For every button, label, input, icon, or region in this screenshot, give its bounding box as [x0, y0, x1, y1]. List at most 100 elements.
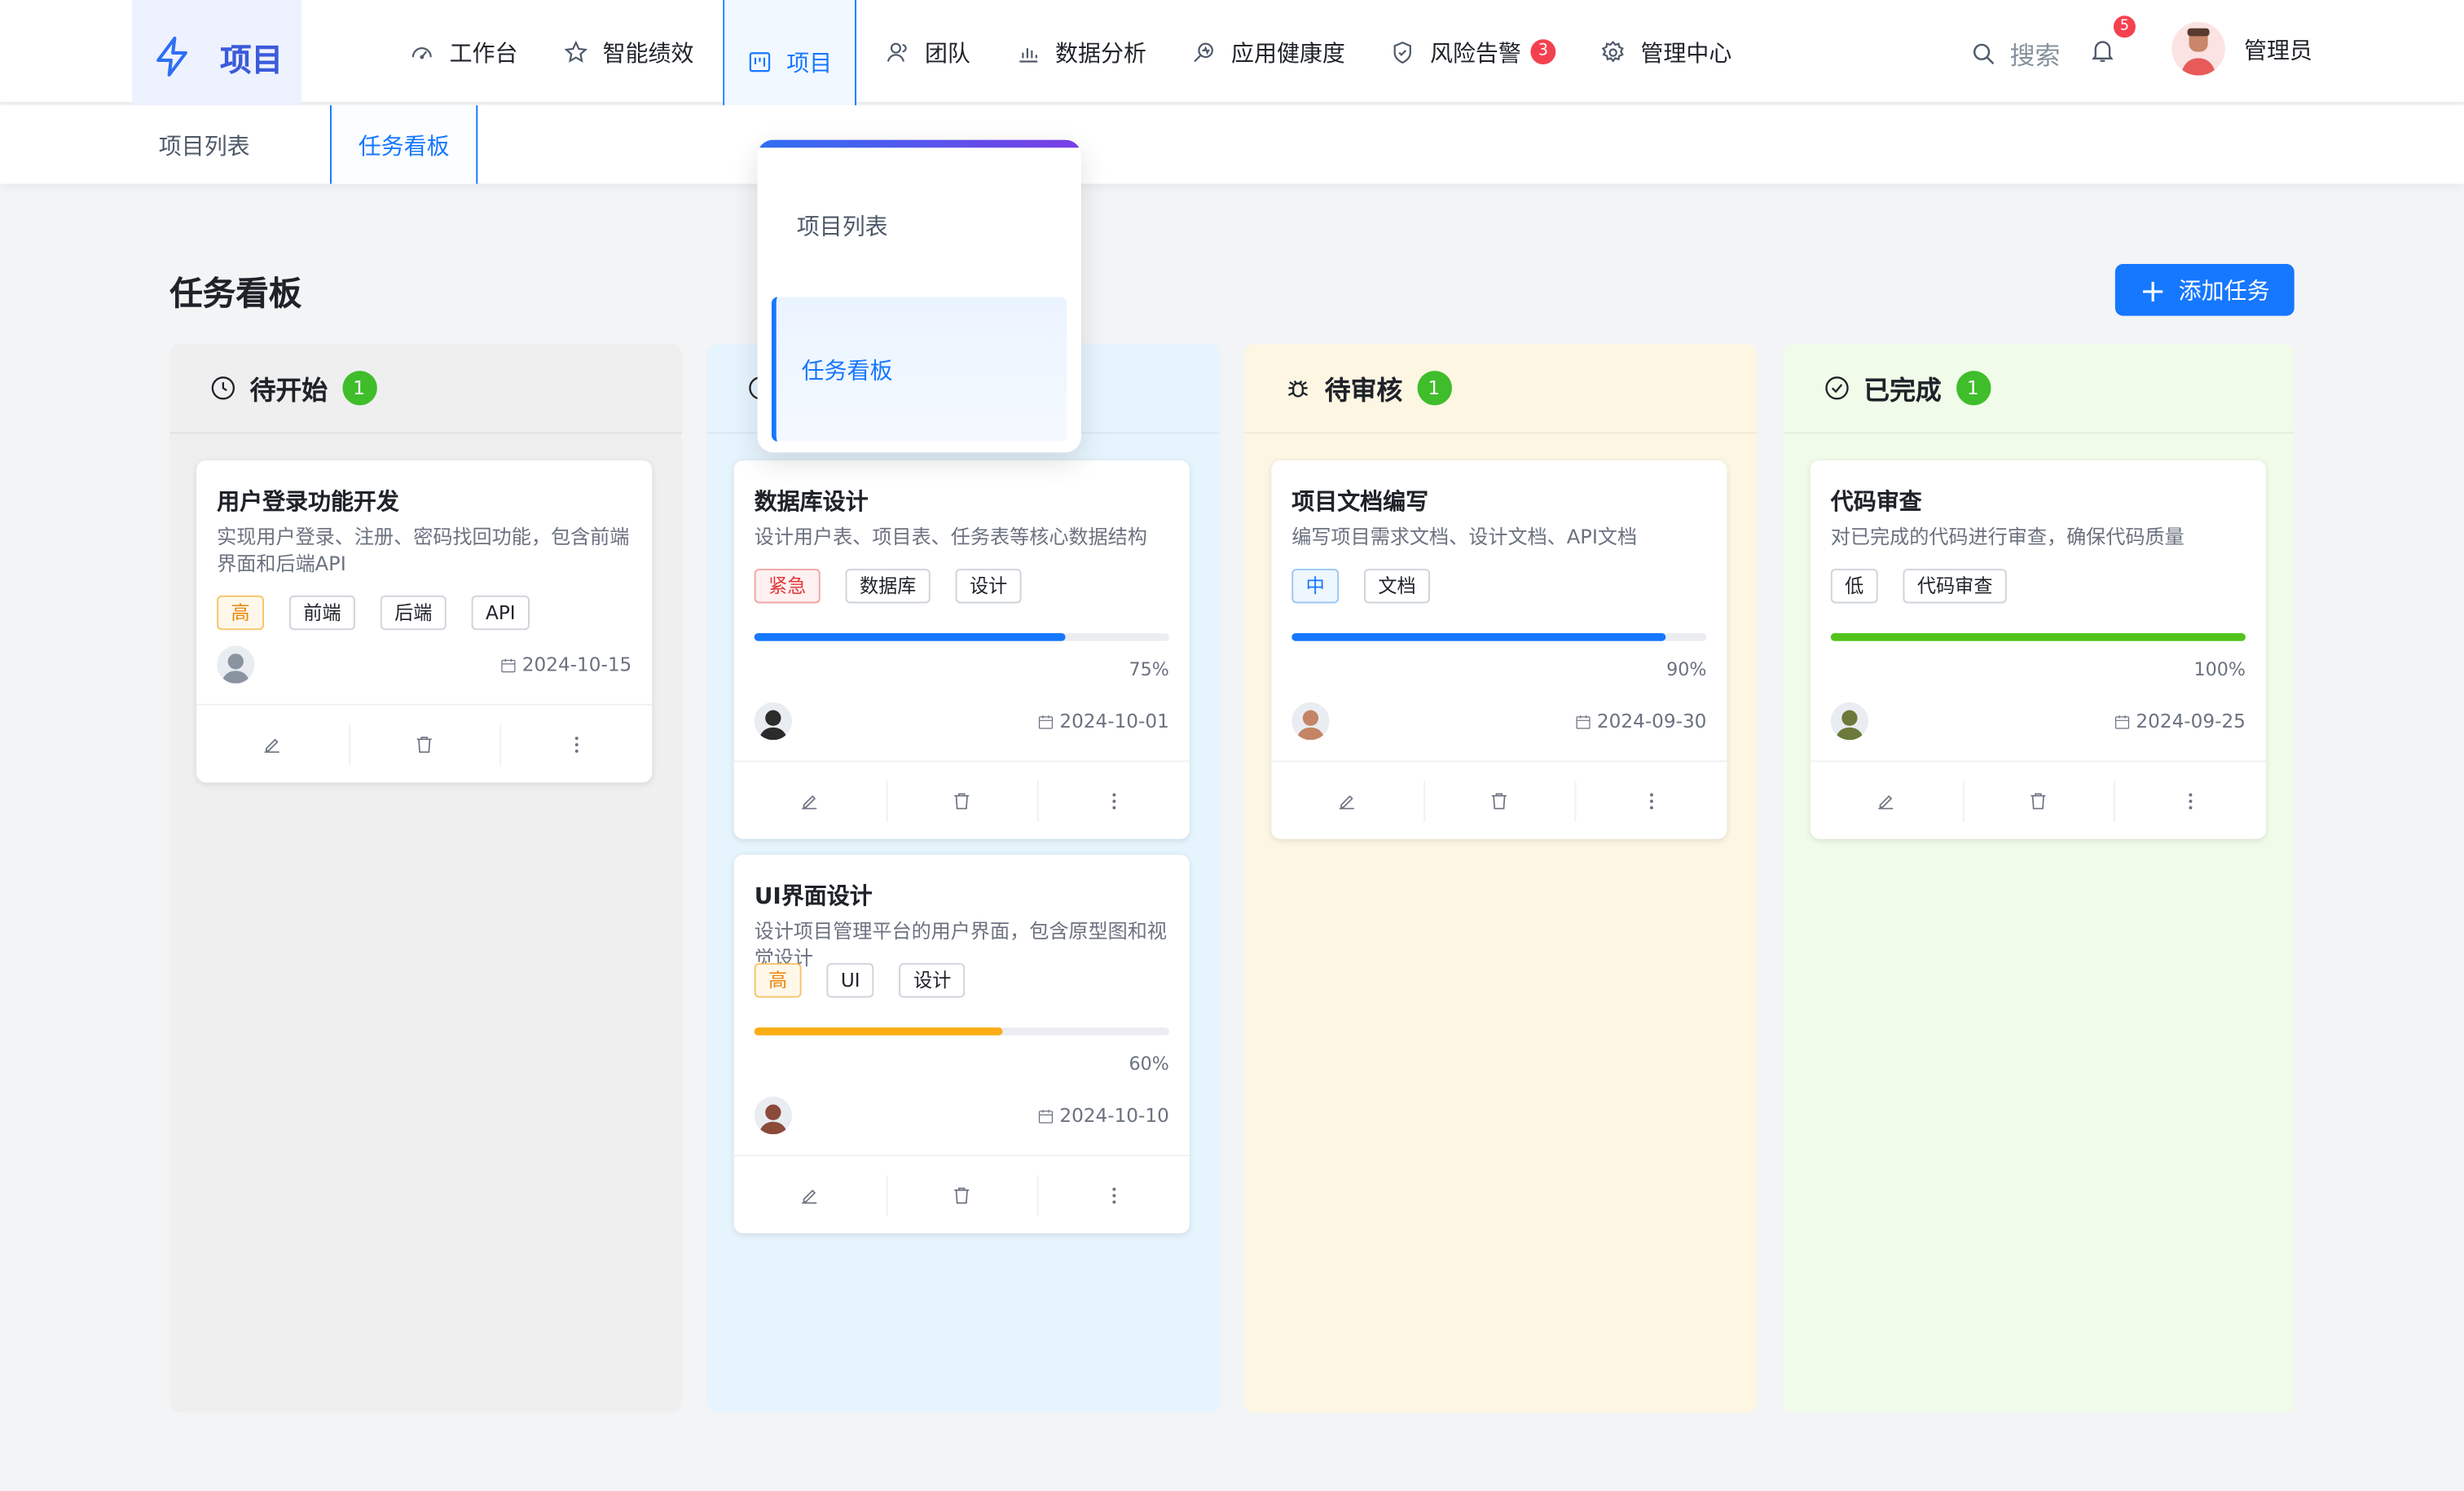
task-card[interactable]: 数据库设计 设计用户表、项目表、任务表等核心数据结构 紧急 数据库 设计 75% 2024-…: [733, 460, 1190, 839]
subnav-project-list[interactable]: 项目列表: [132, 105, 276, 183]
board-icon: [748, 52, 770, 73]
task-tags: 高 UI 设计: [754, 963, 991, 998]
delete-button[interactable]: [886, 762, 1037, 838]
edit-button[interactable]: [734, 762, 886, 838]
kanban-column: 已完成 1 代码审查 对已完成的代码进行审查，确保代码质量低代码审查 100% 2024-…: [1783, 344, 2295, 1413]
task-card[interactable]: 代码审查 对已完成的代码进行审查，确保代码质量低代码审查 100% 2024-09-2…: [1810, 460, 2266, 839]
notification-button[interactable]: 5: [2088, 15, 2136, 70]
task-due-date-text: 2024-09-30: [1596, 710, 1707, 732]
task-tag[interactable]: 高: [754, 963, 802, 998]
assignee-avatar[interactable]: [217, 645, 255, 684]
trash-icon: [954, 792, 970, 809]
task-tag[interactable]: 代码审查: [1903, 569, 2007, 604]
task-due-date: 2024-10-15: [500, 653, 631, 675]
task-due-date-text: 2024-09-25: [2136, 710, 2246, 732]
more-button[interactable]: [2114, 762, 2266, 838]
assignee-avatar[interactable]: [1291, 702, 1330, 741]
edit-button[interactable]: [734, 1156, 886, 1233]
app-logo[interactable]: 项目: [131, 0, 302, 113]
nav-item-7[interactable]: 管理中心: [1577, 0, 1753, 103]
task-tag[interactable]: 设计: [899, 963, 966, 998]
notification-badge: 5: [2113, 15, 2136, 38]
dropdown-item-project-list[interactable]: 项目列表: [772, 191, 1067, 257]
task-tag[interactable]: 中: [1291, 569, 1340, 604]
more-icon: [574, 736, 579, 752]
task-description: 实现用户登录、注册、密码找回功能，包含前端界面和后端API: [217, 525, 630, 575]
task-tags: 中文档: [1291, 569, 1455, 604]
task-card[interactable]: 用户登录功能开发 实现用户登录、注册、密码找回功能，包含前端界面和后端API 高前端…: [196, 460, 653, 783]
search-button[interactable]: 搜索: [1970, 34, 2060, 72]
task-card[interactable]: 项目文档编写 编写项目需求文档、设计文档、API文档中文档 90% 2024-09-3…: [1271, 460, 1727, 839]
task-tag[interactable]: 后端: [380, 595, 447, 631]
search-icon: [1973, 42, 1995, 64]
nav-item-4[interactable]: 数据分析: [992, 0, 1168, 103]
progress-fill: [754, 1027, 1004, 1036]
kanban-column: 待审核 1 项目文档编写 编写项目需求文档、设计文档、API文档中文档 90% 2024-…: [1244, 344, 1758, 1413]
app-name: 项目: [219, 40, 284, 78]
column-header: 待审核 1: [1244, 344, 1758, 434]
more-button[interactable]: [1037, 762, 1190, 838]
edit-icon: [802, 794, 817, 809]
delete-button[interactable]: [1962, 762, 2114, 838]
task-due-date: 2024-10-10: [1037, 1105, 1169, 1127]
delete-button[interactable]: [886, 1156, 1037, 1233]
task-tag[interactable]: 设计: [955, 569, 1022, 604]
task-description: 编写项目需求文档、设计文档、API文档: [1291, 525, 1638, 548]
task-tag[interactable]: API: [471, 595, 530, 631]
health-icon: [1193, 42, 1212, 62]
assignee-avatar[interactable]: [754, 702, 792, 741]
user-menu[interactable]: 管理员: [2171, 21, 2312, 76]
app-root: 项目 工作台 智能绩效 项目 团队 数据分析 应用健康度 风险告警 3 管理中心 搜索 5 管理…: [0, 0, 2464, 1491]
dropdown-item-label: 任务看板: [801, 358, 893, 385]
task-actions: [1271, 760, 1727, 838]
task-tag[interactable]: 数据库: [845, 569, 931, 604]
task-progress-label: 90%: [1666, 658, 1707, 680]
task-tag[interactable]: 文档: [1364, 569, 1431, 604]
more-button[interactable]: [1037, 1156, 1190, 1233]
more-button[interactable]: [499, 706, 652, 782]
task-due-date-text: 2024-10-01: [1059, 710, 1169, 732]
sub-nav: 项目列表 任务看板: [0, 105, 2464, 184]
assignee-avatar[interactable]: [754, 1096, 792, 1135]
delete-button[interactable]: [1423, 762, 1575, 838]
delete-button[interactable]: [348, 706, 500, 782]
task-due-date: 2024-10-01: [1037, 710, 1169, 732]
task-tag[interactable]: 高: [217, 595, 265, 631]
nav-item-0[interactable]: 工作台: [386, 0, 539, 103]
add-task-button[interactable]: + 添加任务: [2114, 263, 2295, 316]
nav-item-6[interactable]: 风险告警 3: [1367, 0, 1577, 103]
task-actions: [196, 703, 653, 782]
task-card[interactable]: UI界面设计 设计项目管理平台的用户界面，包含原型图和视觉设计高 UI 设计 60% 20…: [733, 855, 1190, 1234]
subnav-task-board[interactable]: 任务看板: [329, 105, 478, 184]
edit-button[interactable]: [196, 706, 348, 782]
nav-item-label: 应用健康度: [1231, 42, 1345, 67]
nav-item-1[interactable]: 智能绩效: [539, 0, 715, 103]
assignee-avatar[interactable]: [1830, 702, 1869, 741]
subnav-label: 项目列表: [158, 134, 250, 160]
task-tags: 高前端 后端 API: [217, 595, 555, 631]
edit-button[interactable]: [1811, 762, 1962, 838]
task-description: 对已完成的代码进行审查，确保代码质量: [1830, 525, 2185, 548]
task-tag[interactable]: 前端: [288, 595, 355, 631]
subnav-label: 任务看板: [358, 134, 450, 160]
nav-item-5[interactable]: 应用健康度: [1168, 0, 1367, 103]
task-tag[interactable]: 低: [1830, 569, 1878, 604]
nav-item-label: 数据分析: [1055, 42, 1146, 67]
star-icon: [563, 39, 587, 62]
task-due-date: 2024-09-30: [1575, 710, 1707, 732]
nav-item-3[interactable]: 团队: [862, 0, 992, 103]
nav-item-label: 风险告警: [1429, 42, 1521, 67]
task-tags: 紧急 数据库 设计: [754, 569, 1047, 604]
dropdown-item-task-board[interactable]: 任务看板: [771, 297, 1067, 442]
task-tag[interactable]: 紧急: [754, 569, 821, 604]
more-button[interactable]: [1575, 762, 1727, 838]
edit-icon: [1340, 794, 1355, 809]
edit-button[interactable]: [1271, 762, 1423, 838]
nav-item-label: 管理中心: [1640, 42, 1732, 67]
dropdown-item-label: 项目列表: [796, 214, 888, 240]
calendar-icon: [1576, 715, 1591, 728]
add-task-label: 添加任务: [2178, 279, 2270, 306]
task-title: UI界面设计: [754, 884, 873, 910]
task-tag[interactable]: UI: [826, 963, 874, 998]
column-count-badge: 1: [1416, 371, 1452, 406]
